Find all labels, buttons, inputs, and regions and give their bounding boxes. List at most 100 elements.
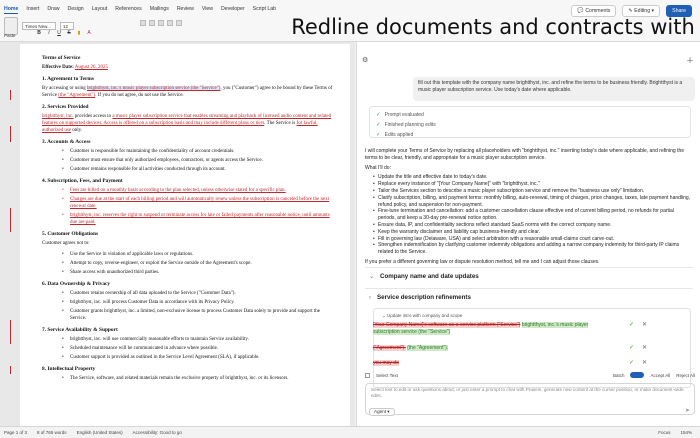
list-item: Tailor the Services section to describe … [373, 188, 693, 195]
tab-view[interactable]: View [202, 6, 213, 14]
step-item: ✓ Prompt evaluated [376, 110, 684, 120]
reject-icon[interactable]: ✕ [642, 344, 647, 351]
zoom-level[interactable]: 154% [680, 430, 692, 435]
section-heading: 6. Data Ownership & Privacy [42, 281, 111, 287]
focus-button[interactable]: Focus [658, 430, 670, 435]
s2-b: provides access to [73, 114, 113, 119]
chevron-right-icon: › [369, 294, 371, 301]
paste-label: Paste [4, 33, 16, 38]
tab-mailings[interactable]: Mailings [150, 6, 169, 14]
word-count[interactable]: 8 of 765 words [37, 430, 67, 435]
user-prompt-bubble: fill out this template with the company … [413, 77, 695, 101]
section-heading: 3. Accounts & Access [42, 139, 91, 145]
tab-design[interactable]: Design [68, 6, 84, 14]
chevron-down-icon: ▾ [651, 8, 655, 14]
reply-outro: If you prefer a different governing law … [365, 258, 600, 265]
accordion-service-description[interactable]: › Service description refinements [365, 288, 693, 306]
selection-row: Select Text Batch Accept All Reject All [365, 370, 695, 380]
step-item: ✓ Edits applied [376, 130, 684, 140]
change-item: ("Agreement"). (the "Agreement"). [373, 345, 595, 352]
style-swatch[interactable] [140, 20, 146, 26]
gear-icon[interactable]: ⚙ [362, 56, 368, 64]
style-swatch[interactable] [176, 20, 182, 26]
tab-developer[interactable]: Developer [221, 6, 245, 14]
change-actions: ✓ ✕ [629, 344, 647, 351]
font-name-select[interactable]: Times New... [22, 22, 56, 30]
accept-icon[interactable]: ✓ [629, 321, 634, 328]
inserted-text: (the "Agreement"). [407, 345, 449, 351]
page-count[interactable]: Page 1 of 3 [4, 430, 27, 435]
list-item: brightthyst, inc. reserves the right to … [62, 212, 336, 226]
underline-icon[interactable]: U [56, 30, 62, 36]
change-item: [Your Company Name]'s software-as-a-serv… [373, 322, 595, 336]
accept-all-button[interactable]: Accept All [650, 373, 670, 378]
batch-toggle[interactable] [630, 372, 645, 378]
send-icon[interactable]: ➤ [685, 407, 690, 414]
reject-icon[interactable]: ✕ [642, 359, 647, 366]
agent-label: Agent [374, 409, 387, 414]
font-size-select[interactable]: 12 [60, 22, 74, 30]
font-color-icon[interactable]: A [86, 30, 92, 36]
agent-mode-select[interactable]: Agent ▾ [369, 408, 395, 416]
revision-bar [10, 366, 11, 374]
reject-icon[interactable]: ✕ [642, 321, 647, 328]
accept-icon[interactable]: ✓ [629, 359, 634, 366]
s1-pre: By accessing or using [42, 86, 86, 91]
format-buttons: B I U S ▮ A [36, 30, 92, 36]
s2-e: . The Service is [264, 121, 297, 126]
revision-bar [10, 320, 11, 344]
status-bar: Page 1 of 3 8 of 765 words English (Unit… [0, 426, 700, 438]
reply-list: Update the title and effective date to t… [373, 174, 693, 256]
change-group-label: Update intro with company and scope [387, 313, 463, 318]
tab-draw[interactable]: Draw [47, 6, 59, 14]
comments-label: Comments [585, 8, 611, 14]
accordion-company-name[interactable]: ⌄ Company name and date updates [365, 267, 693, 285]
list-item: Fill in governing law (Delaware, USA) an… [373, 236, 693, 243]
tab-home[interactable]: Home [4, 6, 19, 14]
select-text-label: Select Text [376, 372, 398, 378]
s1-insertion: brightthyst, inc.'s music player subscri… [87, 86, 221, 91]
step-item: ✓ Finished planning edits [376, 120, 684, 130]
document-page[interactable]: Terms of Service Effective Date: August … [20, 44, 350, 426]
s2-g: only. [71, 128, 83, 133]
list-item: Scheduled maintenance will be communicat… [62, 345, 336, 352]
accessibility-status[interactable]: Accessibility: Good to go [133, 430, 182, 435]
italic-icon[interactable]: I [46, 30, 52, 36]
list-item: Strengthen indemnification by clarifying… [373, 242, 693, 256]
s1-insertion-2: (the "Agreement") [58, 93, 96, 98]
pencil-icon: ✎ [628, 8, 633, 14]
tab-layout[interactable]: Layout [92, 6, 108, 14]
section-heading: 4. Subscription, Fees, and Payment [42, 178, 123, 184]
list-item: Fees are billed on a monthly basis accor… [62, 187, 336, 194]
tab-references[interactable]: References [115, 6, 142, 14]
new-chat-icon[interactable]: ＋ [686, 55, 694, 66]
style-swatch[interactable] [158, 20, 164, 26]
strikethrough-icon[interactable]: S [66, 30, 72, 36]
step-label: Edits applied [384, 132, 414, 138]
tab-review[interactable]: Review [177, 6, 194, 14]
deleted-text: ("Agreement"). [373, 345, 406, 351]
reject-all-button[interactable]: Reject All [676, 373, 695, 378]
list-item: Replace every instance of "[Your Company… [373, 181, 693, 188]
chat-input[interactable]: Select text to edit or ask questions abo… [365, 383, 695, 415]
highlight-icon[interactable]: ▮ [76, 30, 82, 36]
change-group-title[interactable]: ⌄ Update intro with company and scope [382, 313, 462, 319]
bold-icon[interactable]: B [36, 30, 42, 36]
select-text-checkbox[interactable] [365, 372, 370, 378]
list-item: Customer grants brightthyst, inc. a limi… [62, 308, 336, 322]
list-item: Customer must ensure that only authorize… [62, 157, 336, 164]
tab-insert[interactable]: Insert [26, 6, 39, 14]
section-2-text: brightthyst, inc. provides access to a m… [42, 113, 336, 134]
language-status[interactable]: English (United States) [77, 430, 123, 435]
chevron-down-icon: ⌄ [369, 274, 375, 280]
accept-icon[interactable]: ✓ [629, 344, 634, 351]
effective-label: Effective Date: [42, 65, 74, 70]
s2-d: and may include different plans or tiers [184, 121, 265, 126]
tab-script-lab[interactable]: Script Lab [253, 6, 276, 14]
change-actions: ✓ ✕ [629, 359, 647, 366]
section-6-list: Customer retains ownership of all data u… [62, 290, 336, 322]
revision-bar [10, 208, 11, 232]
style-swatch[interactable] [167, 20, 173, 26]
style-swatch[interactable] [149, 20, 155, 26]
section-4-list: Fees are billed on a monthly basis accor… [62, 187, 336, 226]
